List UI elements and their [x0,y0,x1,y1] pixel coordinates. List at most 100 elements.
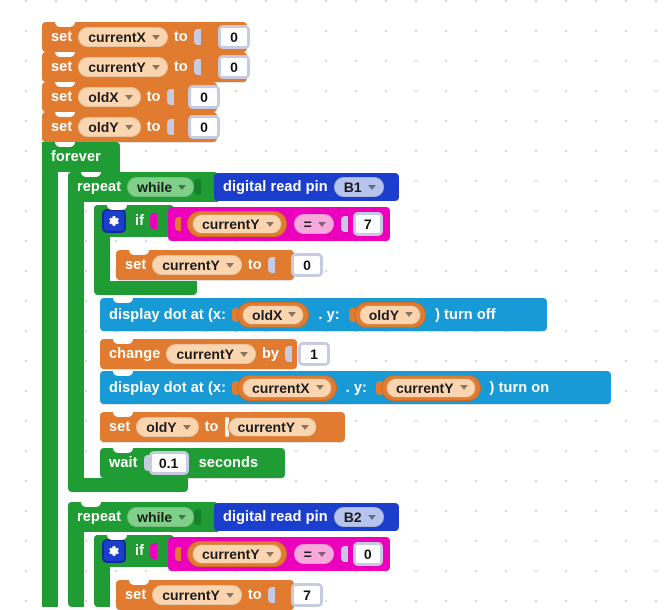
chevron-down-icon [317,221,326,227]
wait-block[interactable]: wait 0.1 seconds [100,448,285,478]
set-keyword: set [51,59,73,75]
chevron-down-icon [225,592,234,598]
repeat-mode: while [137,509,173,525]
variable-name: oldX [252,306,283,323]
change-block-currenty[interactable]: change currentY by [100,339,297,369]
variable-name: currentY [237,419,296,435]
variable-dropdown-currentx[interactable]: currentX [78,27,168,47]
block-notch [55,112,75,117]
value-input-oldy[interactable]: 0 [188,115,220,139]
block-notch [129,250,149,255]
variable-dropdown[interactable]: currentY [192,544,282,564]
operand-right-input-b1[interactable]: 7 [352,212,383,236]
digital-read-pin-b2[interactable]: digital read pin B2 [214,503,399,531]
variable-dropdown[interactable]: oldY [358,304,422,325]
chevron-down-icon [265,551,274,557]
value-text: 0.1 [158,455,179,471]
chevron-down-icon [315,385,324,390]
reporter-tab [175,217,181,231]
value-input-if-b2[interactable]: 7 [291,583,323,607]
variable-dropdown[interactable]: currentY [192,214,282,234]
variable-reporter-oldy[interactable]: oldY [353,301,427,328]
variable-name: currentY [202,216,260,232]
if-b1-header[interactable]: if [94,205,174,237]
value-input-oldx[interactable]: 0 [188,85,220,109]
block-notch [107,535,127,540]
variable-reporter-currentx[interactable]: currentX [237,374,337,401]
pin-dropdown-b1[interactable]: B1 [333,177,384,197]
chevron-down-icon [124,124,133,130]
pin-dropdown-b2[interactable]: B2 [333,507,384,527]
input-tab [285,346,293,362]
variable-reporter-currenty-b2[interactable]: currentY [187,541,287,567]
variable-name: currentY [162,257,220,273]
value-input-currenty[interactable]: 0 [218,55,250,79]
repeat-mode-dropdown-b1[interactable]: while [127,177,195,197]
variable-dropdown[interactable]: currentY [227,417,318,437]
chevron-down-icon [288,312,297,317]
set-block-currenty[interactable]: set currentY to [42,52,247,82]
set-block-currenty-if-b1[interactable]: set currentY to [116,250,294,280]
display-dot-off-block[interactable]: display dot at (x: oldX . y: oldY ) turn… [100,298,547,331]
boolean-slot-tab [150,543,158,559]
set-keyword: set [125,257,147,273]
operator-dropdown-b1[interactable]: = [293,214,334,234]
equals-operator-b1[interactable]: currentY = 7 [168,207,390,241]
set-block-oldy-to-currenty[interactable]: set oldY to currentY [100,412,345,442]
value-input-change[interactable]: 1 [298,342,330,366]
wait-duration-input[interactable]: 0.1 [148,451,189,475]
equals-operator-b2[interactable]: currentY = 0 [168,537,390,571]
variable-reporter-oldx[interactable]: oldX [237,301,310,328]
repeat-b2-header[interactable]: repeat while [68,502,218,532]
block-notch [113,339,133,344]
block-workspace[interactable]: set currentX to 0 set currentY to 0 set … [0,0,664,610]
variable-reporter-currenty-value[interactable]: currentY [227,414,318,440]
variable-dropdown-oldy[interactable]: oldY [78,117,141,137]
variable-name: currentY [395,379,454,396]
variable-dropdown-oldx[interactable]: oldX [78,87,141,107]
input-tab [193,59,201,75]
variable-dropdown[interactable]: currentY [166,344,256,364]
variable-dropdown[interactable]: currentY [385,377,476,398]
pin-name: B2 [343,509,362,525]
repeat-label: repeat [77,509,122,525]
display-dot-prefix: display dot at (x: [109,306,227,323]
display-dot-on-block[interactable]: display dot at (x: currentX . y: current… [100,371,611,404]
variable-name: currentY [162,587,220,603]
display-dot-mid: . y: [345,379,367,396]
repeat-mode-dropdown-b2[interactable]: while [127,507,195,527]
operator-symbol: = [303,216,312,232]
set-block-currenty-if-b2[interactable]: set currentY to [116,580,294,610]
variable-dropdown[interactable]: currentY [152,255,242,275]
block-notch [107,205,127,210]
gear-icon[interactable] [102,539,126,563]
block-notch [113,298,133,303]
set-keyword: set [51,89,73,105]
variable-reporter-currenty-b1[interactable]: currentY [187,211,287,237]
variable-dropdown-oldy[interactable]: oldY [136,417,199,437]
variable-dropdown[interactable]: oldX [242,304,305,325]
value-input-currentx[interactable]: 0 [218,25,250,49]
digital-read-pin-b1[interactable]: digital read pin B1 [214,173,399,201]
operator-dropdown-b2[interactable]: = [293,544,334,564]
value-text: 0 [200,89,208,105]
if-b2-header[interactable]: if [94,535,174,567]
gear-icon[interactable] [102,209,126,233]
value-text: 0 [230,59,238,75]
chevron-down-icon [405,312,414,317]
set-keyword: set [125,587,147,603]
value-input-if-b1[interactable]: 0 [291,253,323,277]
variable-reporter-currenty[interactable]: currentY [380,374,481,401]
operand-right-input-b2[interactable]: 0 [352,542,383,566]
value-text: 7 [303,587,311,603]
variable-dropdown[interactable]: currentY [152,585,242,605]
variable-name: oldX [88,89,119,105]
seconds-label: seconds [198,455,259,471]
variable-dropdown-currenty[interactable]: currentY [78,57,168,77]
set-block-currentx[interactable]: set currentX to [42,22,247,52]
forever-block-header[interactable]: forever [42,142,120,172]
display-dot-prefix: display dot at (x: [109,379,227,396]
variable-name: currentY [202,546,260,562]
repeat-b1-header[interactable]: repeat while [68,172,218,202]
variable-dropdown[interactable]: currentX [242,377,332,398]
